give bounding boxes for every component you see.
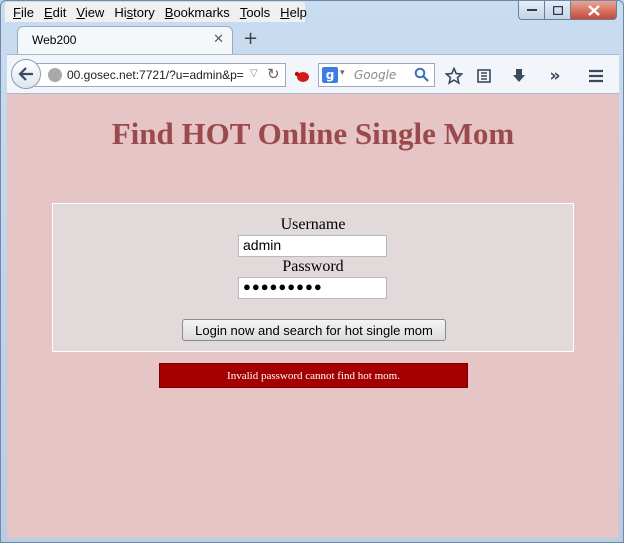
search-bar[interactable]: g ▾ Google bbox=[318, 63, 435, 87]
maximize-icon bbox=[552, 5, 563, 15]
nav-bar: 00.gosec.net:7721/?u=admin&p= ▽ ↻ g ▾ Go… bbox=[7, 54, 619, 94]
overflow-icon[interactable]: » bbox=[545, 66, 565, 86]
star-icon[interactable] bbox=[444, 66, 464, 86]
window-controls bbox=[518, 1, 617, 20]
login-button[interactable]: Login now and search for hot single mom bbox=[182, 319, 446, 341]
tab-web200[interactable]: Web200 ✕ bbox=[17, 26, 233, 54]
new-tab-icon[interactable]: + bbox=[243, 30, 258, 48]
minimize-icon bbox=[526, 9, 537, 11]
search-icon[interactable] bbox=[414, 67, 429, 86]
password-field[interactable]: ●●●●●●●●● bbox=[238, 277, 387, 299]
menu-edit[interactable]: Edit bbox=[40, 5, 70, 20]
username-label: Username bbox=[280, 216, 346, 233]
menu-history[interactable]: History bbox=[110, 5, 158, 20]
tab-title: Web200 bbox=[32, 33, 77, 47]
reading-list-icon[interactable] bbox=[474, 66, 494, 86]
address-bar[interactable]: 00.gosec.net:7721/?u=admin&p= ▽ ↻ bbox=[35, 63, 286, 87]
menu-tools[interactable]: Tools bbox=[236, 5, 274, 20]
back-button[interactable] bbox=[11, 59, 41, 89]
reload-icon[interactable]: ↻ bbox=[267, 65, 280, 83]
page-heading: Find HOT Online Single Mom bbox=[111, 116, 515, 151]
maximize-button[interactable] bbox=[545, 1, 571, 20]
browser-window: File Edit View History Bookmarks Tools H… bbox=[0, 0, 624, 543]
back-icon bbox=[18, 67, 33, 81]
menu-view[interactable]: View bbox=[72, 5, 108, 20]
menu-icon[interactable] bbox=[586, 66, 606, 86]
search-placeholder: Google bbox=[354, 68, 397, 82]
globe-icon bbox=[48, 68, 62, 82]
tab-close-icon[interactable]: ✕ bbox=[213, 32, 224, 47]
error-message: Invalid password cannot find hot mom. bbox=[159, 363, 468, 388]
username-field[interactable]: admin bbox=[238, 235, 387, 257]
login-panel: Username admin Password ●●●●●●●●● Login … bbox=[52, 203, 574, 352]
password-label: Password bbox=[282, 258, 344, 275]
close-window-button[interactable] bbox=[571, 1, 617, 20]
bug-icon[interactable] bbox=[292, 66, 312, 86]
download-icon[interactable] bbox=[509, 66, 529, 86]
google-icon[interactable]: g bbox=[322, 67, 338, 83]
url-dropdown-icon[interactable]: ▽ bbox=[250, 68, 258, 79]
menu-help[interactable]: Help bbox=[276, 5, 311, 20]
close-icon bbox=[587, 4, 600, 16]
page-content: Find HOT Online Single Mom Username admi… bbox=[7, 94, 619, 538]
url-text: 00.gosec.net:7721/?u=admin&p= bbox=[67, 68, 244, 82]
menu-bar: File Edit View History Bookmarks Tools H… bbox=[5, 2, 307, 22]
engine-dropdown-icon[interactable]: ▾ bbox=[340, 68, 345, 78]
menu-file[interactable]: File bbox=[9, 5, 38, 20]
menu-bookmarks[interactable]: Bookmarks bbox=[161, 5, 234, 20]
minimize-button[interactable] bbox=[518, 1, 545, 20]
